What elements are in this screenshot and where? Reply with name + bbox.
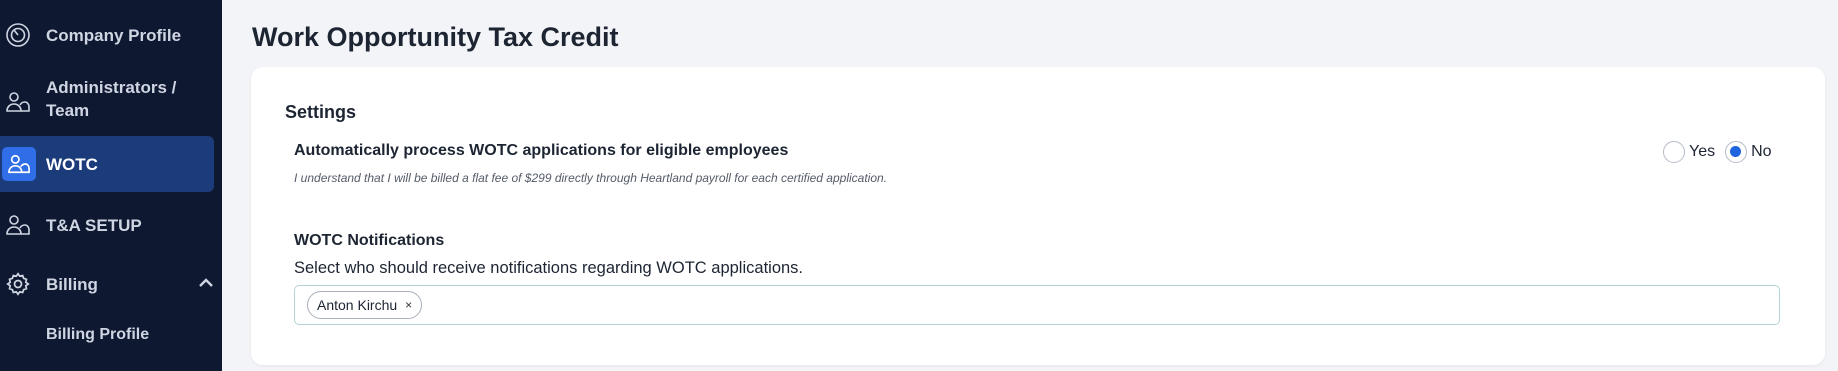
label-line-1: Administrators / (46, 78, 177, 97)
sidebar: Company Profile Administrators / Team WO… (0, 0, 222, 371)
settings-card: Settings Automatically process WOTC appl… (251, 67, 1825, 365)
radio-yes-label: Yes (1689, 143, 1716, 160)
radio-yes[interactable]: Yes (1663, 141, 1715, 163)
sidebar-item-label: Company Profile (46, 25, 182, 45)
users-icon (4, 88, 32, 116)
auto-process-radio-group: Yes No (1663, 141, 1782, 163)
sidebar-item-billing[interactable]: Billing (0, 267, 214, 301)
auto-process-title: Automatically process WOTC applications … (294, 142, 789, 159)
label-line-2: Team (46, 101, 90, 120)
radio-no[interactable]: No (1725, 141, 1772, 163)
remove-chip-icon[interactable]: × (405, 298, 412, 312)
sidebar-item-company-profile[interactable]: Company Profile (0, 18, 214, 52)
chevron-up-icon[interactable] (198, 274, 214, 294)
page-title: Work Opportunity Tax Credit (252, 22, 619, 52)
notifications-title: WOTC Notifications (294, 232, 445, 249)
users-icon (2, 147, 36, 181)
sidebar-item-ta-setup[interactable]: T&A SETUP (0, 208, 214, 242)
recipient-chip-label: Anton Kirchu (317, 297, 398, 313)
recipient-chip: Anton Kirchu × (307, 291, 423, 319)
sidebar-subitem-billing-profile[interactable]: Billing Profile (46, 326, 149, 344)
sidebar-item-label: Billing (46, 274, 98, 294)
sidebar-item-label: WOTC (46, 154, 98, 174)
sidebar-item-label: Administrators / Team (46, 76, 176, 122)
sidebar-item-administrators-team[interactable]: Administrators / Team (0, 76, 214, 124)
auto-process-description: I understand that I will be billed a fla… (294, 171, 888, 185)
notification-recipients-select[interactable]: Anton Kirchu × (294, 285, 1780, 325)
radio-no-label: No (1751, 143, 1772, 160)
radio-no-circle[interactable] (1725, 141, 1748, 163)
sidebar-item-wotc[interactable]: WOTC (0, 136, 214, 192)
users-icon (4, 211, 32, 239)
sidebar-item-label: T&A SETUP (46, 215, 142, 235)
radio-yes-circle[interactable] (1663, 141, 1685, 163)
speedometer-icon (4, 21, 32, 49)
settings-heading: Settings (285, 102, 357, 122)
notifications-description: Select who should receive notifications … (294, 259, 804, 277)
gear-icon (4, 270, 32, 298)
